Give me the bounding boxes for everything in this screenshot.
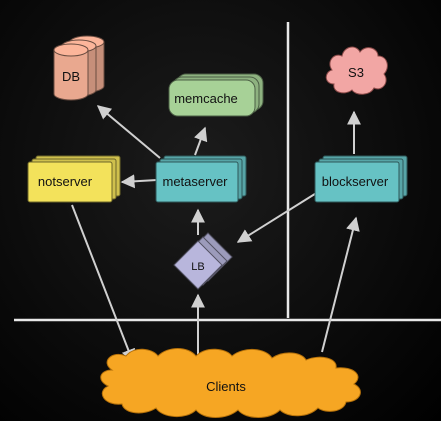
db-label: DB bbox=[62, 69, 80, 84]
arrow-notserver-to-clients bbox=[71, 204, 135, 364]
clients-node: Clients bbox=[100, 348, 361, 418]
clients-label: Clients bbox=[206, 379, 246, 394]
db-node: DB bbox=[53, 35, 105, 101]
blockserver-label: blockserver bbox=[322, 174, 389, 189]
memcache-node: memcache bbox=[168, 73, 264, 117]
s3-node: S3 bbox=[325, 46, 388, 95]
lb-label: LB bbox=[191, 261, 204, 273]
arrow-metaserver-to-db bbox=[96, 105, 161, 159]
metaserver-node: metaserver bbox=[155, 155, 247, 203]
architecture-diagram: DB memcache S3 notserver metaserver bloc… bbox=[0, 0, 441, 421]
connection-arrows bbox=[71, 105, 361, 364]
arrow-blockserver-to-lb bbox=[236, 191, 319, 243]
arrow-metaserver-to-notserver bbox=[120, 174, 158, 189]
lb-node: LB bbox=[173, 232, 233, 290]
arrow-clients-to-blockserver bbox=[321, 216, 360, 353]
blockserver-node: blockserver bbox=[314, 155, 408, 203]
diagram-canvas: DB memcache S3 notserver metaserver bloc… bbox=[14, 22, 441, 418]
s3-label: S3 bbox=[348, 65, 364, 80]
notserver-label: notserver bbox=[38, 174, 93, 189]
memcache-label: memcache bbox=[174, 91, 238, 106]
metaserver-label: metaserver bbox=[162, 174, 228, 189]
notserver-node: notserver bbox=[27, 155, 121, 203]
db-cylinder-top-1 bbox=[53, 43, 89, 57]
arrow-metaserver-to-memcache bbox=[194, 126, 208, 156]
